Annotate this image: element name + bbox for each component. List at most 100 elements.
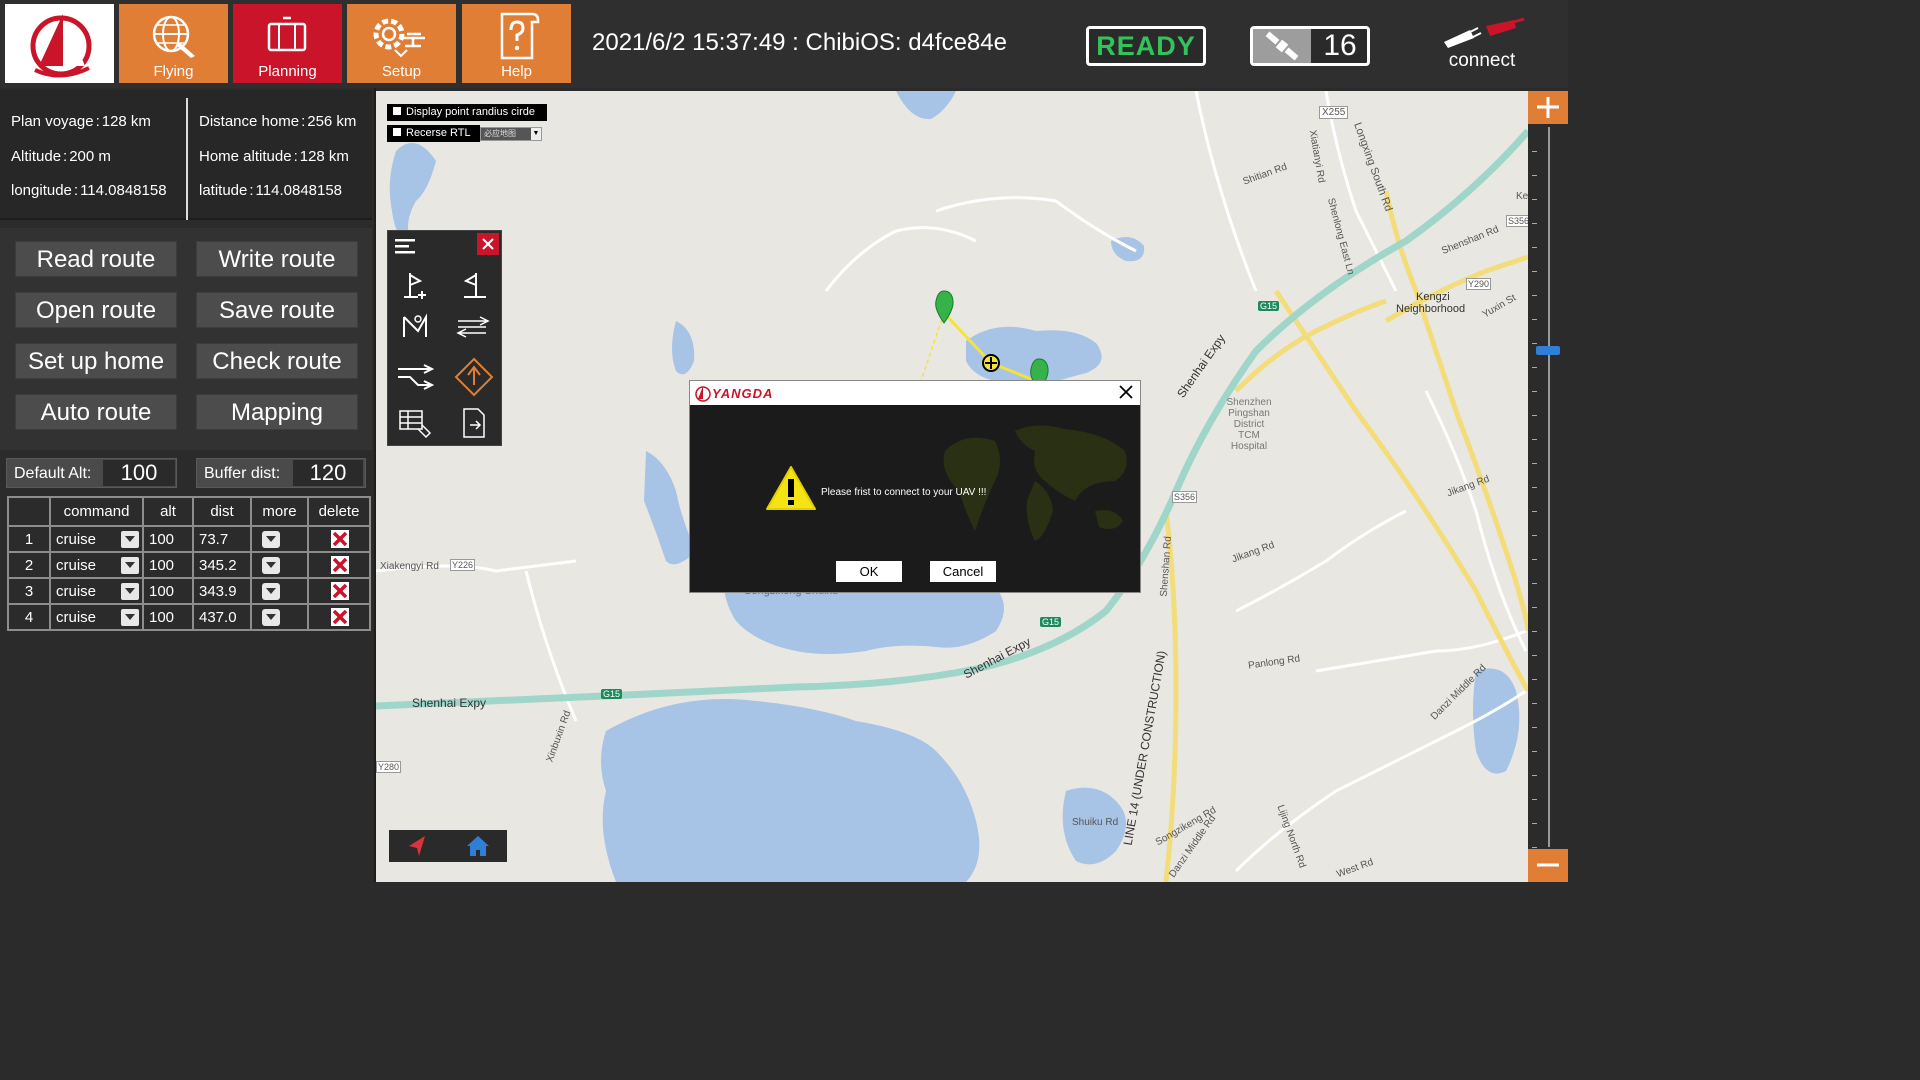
connect-label: connect xyxy=(1448,50,1516,71)
dist-cell[interactable]: 73.7 xyxy=(192,525,252,553)
chevron-down-icon xyxy=(125,588,135,594)
zoom-tick xyxy=(1532,703,1537,704)
delete-row-button[interactable] xyxy=(331,530,349,548)
zoom-slider-track[interactable] xyxy=(1548,127,1550,847)
more-button[interactable] xyxy=(262,583,280,600)
cancel-button[interactable]: Cancel xyxy=(930,561,996,582)
delete-row-button[interactable] xyxy=(331,608,349,626)
more-button[interactable] xyxy=(262,609,280,626)
delete-x-icon xyxy=(333,584,347,598)
main-roads xyxy=(1163,190,1528,882)
map-label: Ke xyxy=(1516,191,1528,202)
save-route-button[interactable]: Save route xyxy=(196,292,358,328)
zoom-tick xyxy=(1532,175,1537,176)
command-value: cruise xyxy=(56,582,97,600)
command-cell[interactable]: cruise xyxy=(49,525,144,553)
nav-help-label: Help xyxy=(501,63,532,80)
zoom-tick xyxy=(1532,319,1537,320)
command-cell[interactable]: cruise xyxy=(49,603,144,631)
world-map-graphic xyxy=(943,425,1127,541)
zoom-tick xyxy=(1532,343,1537,344)
plug-icon xyxy=(1444,17,1525,48)
read-route-button[interactable]: Read route xyxy=(15,241,177,277)
delete-cell xyxy=(307,525,371,553)
set-flag-tool[interactable] xyxy=(454,267,494,303)
delete-x-icon xyxy=(333,610,347,624)
check-route-button[interactable]: Check route xyxy=(196,343,358,379)
home-direction-tool[interactable] xyxy=(454,357,494,397)
nav-help-button[interactable]: Help xyxy=(462,4,571,83)
grid-edit-icon xyxy=(399,410,432,439)
alt-cell[interactable]: 100 xyxy=(142,577,194,605)
toolbox-close-button[interactable] xyxy=(477,233,499,255)
auto-route-button[interactable]: Auto route xyxy=(15,394,177,430)
alt-cell[interactable]: 100 xyxy=(142,603,194,631)
file-export-tool[interactable] xyxy=(454,405,494,441)
reverse-rtl-toggle[interactable]: Recerse RTL xyxy=(387,125,480,142)
command-cell[interactable]: cruise xyxy=(49,577,144,605)
display-point-radius-toggle[interactable]: Display point randius cirde xyxy=(387,104,547,121)
command-value: cruise xyxy=(56,556,97,574)
nav-flying-button[interactable]: Flying xyxy=(119,4,228,83)
flag-icon xyxy=(463,273,486,298)
default-alt-input[interactable]: 100 xyxy=(103,460,175,486)
mapping-button[interactable]: Mapping xyxy=(196,394,358,430)
route-optimize-tool[interactable] xyxy=(396,359,436,395)
alt-cell[interactable]: 100 xyxy=(142,525,194,553)
ok-button[interactable]: OK xyxy=(836,561,902,582)
route-button-area: Read route Write route Open route Save r… xyxy=(0,228,372,450)
go-home-button[interactable] xyxy=(449,830,507,862)
dist-cell[interactable]: 343.9 xyxy=(192,577,252,605)
command-dropdown-button[interactable] xyxy=(121,557,139,574)
dialog-close-button[interactable] xyxy=(1116,382,1136,402)
table-row: 4 cruise 100 437.0 xyxy=(7,603,371,631)
display-point-checkbox[interactable] xyxy=(393,107,401,115)
dist-cell[interactable]: 345.2 xyxy=(192,551,252,579)
col-header-alt: alt xyxy=(142,496,194,527)
zoom-slider-handle[interactable] xyxy=(1536,346,1560,355)
map-label: Neighborhood xyxy=(1396,303,1466,315)
zoom-tick xyxy=(1532,847,1537,848)
zoom-tick xyxy=(1532,151,1537,152)
zoom-tick xyxy=(1532,775,1537,776)
menu-icon[interactable] xyxy=(395,237,417,255)
add-waypoint-tool[interactable] xyxy=(396,267,436,303)
delete-row-button[interactable] xyxy=(331,556,349,574)
write-route-button[interactable]: Write route xyxy=(196,241,358,277)
buffer-dist-input[interactable]: 120 xyxy=(293,460,363,486)
close-icon xyxy=(1119,385,1133,399)
nav-planning-button[interactable]: Planning xyxy=(233,4,342,83)
command-dropdown-button[interactable] xyxy=(121,583,139,600)
connect-button[interactable]: connect xyxy=(1430,17,1534,78)
chevron-down-icon xyxy=(266,562,276,568)
alt-cell[interactable]: 100 xyxy=(142,551,194,579)
map-source-select[interactable]: 必应地图 ▼ xyxy=(480,127,542,141)
dist-cell[interactable]: 437.0 xyxy=(192,603,252,631)
altitude-info: Altitude:200 m xyxy=(11,148,111,165)
map-label: Shenzhen Pingshan District TCM Hospital xyxy=(1226,397,1272,452)
path-tool[interactable] xyxy=(396,309,436,345)
grid-route-tool[interactable] xyxy=(396,405,436,441)
map-label: S356 xyxy=(1506,215,1528,227)
command-value: cruise xyxy=(56,608,97,626)
align-tool[interactable] xyxy=(454,309,494,345)
zoom-out-button[interactable] xyxy=(1528,849,1568,882)
zoom-tick xyxy=(1532,583,1537,584)
more-button[interactable] xyxy=(262,531,280,548)
home-altitude-info: Home altitude:128 km xyxy=(199,148,349,165)
delete-row-button[interactable] xyxy=(331,582,349,600)
zoom-tick xyxy=(1532,559,1537,560)
target-crosshair-icon[interactable] xyxy=(982,354,1000,372)
open-route-button[interactable]: Open route xyxy=(15,292,177,328)
zoom-in-button[interactable] xyxy=(1528,91,1568,124)
command-cell[interactable]: cruise xyxy=(49,551,144,579)
locate-uav-button[interactable] xyxy=(389,830,447,862)
nav-setup-button[interactable]: Setup xyxy=(347,4,456,83)
reverse-rtl-checkbox[interactable] xyxy=(393,128,401,136)
col-header-num xyxy=(7,496,51,527)
command-dropdown-button[interactable] xyxy=(121,609,139,626)
set-up-home-button[interactable]: Set up home xyxy=(15,343,177,379)
chevron-down-icon: ▼ xyxy=(531,128,541,140)
more-button[interactable] xyxy=(262,557,280,574)
command-dropdown-button[interactable] xyxy=(121,531,139,548)
